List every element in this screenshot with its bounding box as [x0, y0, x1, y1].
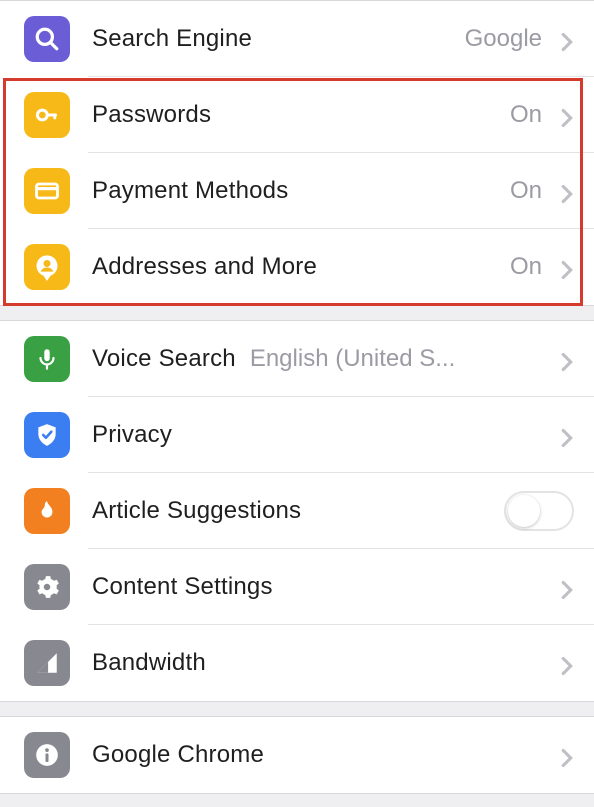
row-search-engine[interactable]: Search Engine Google [0, 1, 594, 77]
info-icon [24, 732, 70, 778]
microphone-icon [24, 336, 70, 382]
row-content-settings[interactable]: Content Settings [0, 549, 594, 625]
chevron-right-icon [560, 656, 574, 670]
chevron-right-icon [560, 108, 574, 122]
gear-icon [24, 564, 70, 610]
row-article-suggestions[interactable]: Article Suggestions [0, 473, 594, 549]
chevron-right-icon [560, 580, 574, 594]
row-addresses-and-more[interactable]: Addresses and More On [0, 229, 594, 305]
row-privacy[interactable]: Privacy [0, 397, 594, 473]
row-bandwidth[interactable]: Bandwidth [0, 625, 594, 701]
row-value: English (United S... [250, 345, 542, 373]
credit-card-icon [24, 168, 70, 214]
shield-check-icon [24, 412, 70, 458]
row-value: On [510, 177, 542, 205]
row-value: On [510, 101, 542, 129]
row-label: Content Settings [92, 573, 273, 601]
row-value: On [510, 253, 542, 281]
row-label: Addresses and More [92, 253, 317, 281]
row-label: Bandwidth [92, 649, 206, 677]
row-label: Search Engine [92, 25, 252, 53]
row-passwords[interactable]: Passwords On [0, 77, 594, 153]
row-payment-methods[interactable]: Payment Methods On [0, 153, 594, 229]
chevron-right-icon [560, 428, 574, 442]
toggle-article-suggestions[interactable] [504, 491, 574, 531]
row-label: Voice Search [92, 345, 236, 373]
settings-group-2: Voice Search English (United S... Privac… [0, 320, 594, 702]
chevron-right-icon [560, 748, 574, 762]
row-label: Payment Methods [92, 177, 288, 205]
row-google-chrome[interactable]: Google Chrome [0, 717, 594, 793]
flame-icon [24, 488, 70, 534]
row-label: Privacy [92, 421, 172, 449]
search-icon [24, 16, 70, 62]
chevron-right-icon [560, 32, 574, 46]
row-label: Article Suggestions [92, 497, 301, 525]
row-voice-search[interactable]: Voice Search English (United S... [0, 321, 594, 397]
row-value: Google [465, 25, 542, 53]
chevron-right-icon [560, 260, 574, 274]
row-label: Google Chrome [92, 741, 264, 769]
person-pin-icon [24, 244, 70, 290]
chevron-right-icon [560, 352, 574, 366]
settings-group-1: Search Engine Google Passwords On [0, 0, 594, 306]
toggle-knob [508, 495, 540, 527]
signal-icon [24, 640, 70, 686]
row-label: Passwords [92, 101, 211, 129]
settings-group-3: Google Chrome [0, 716, 594, 794]
chevron-right-icon [560, 184, 574, 198]
key-icon [24, 92, 70, 138]
